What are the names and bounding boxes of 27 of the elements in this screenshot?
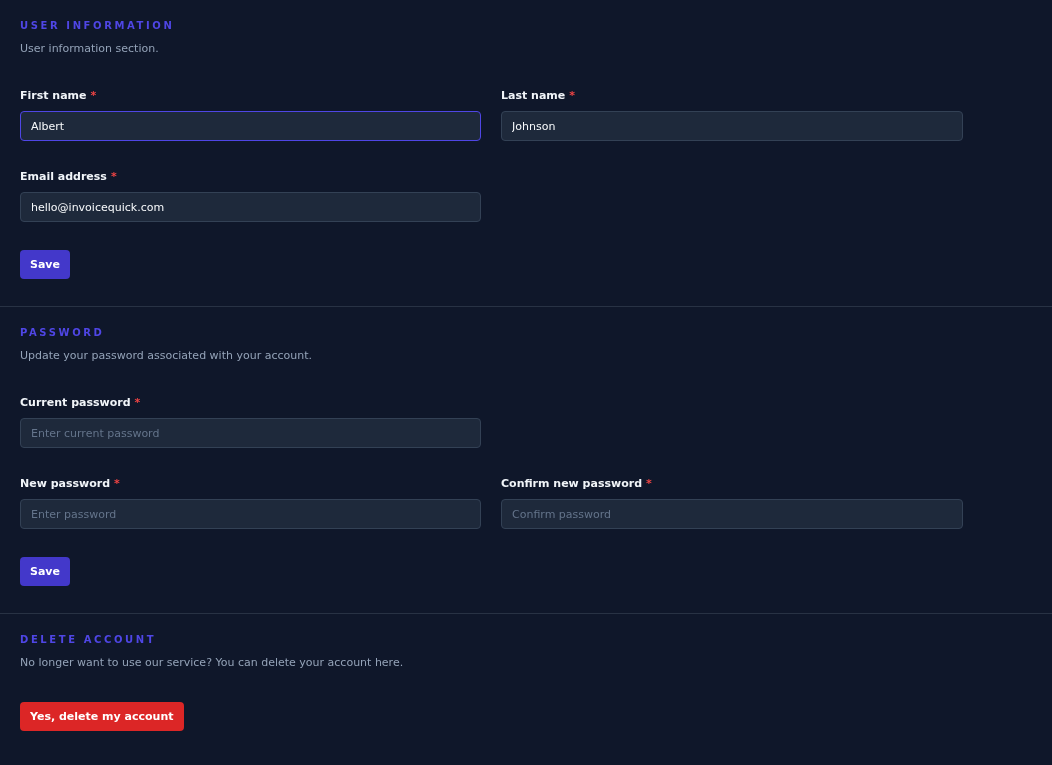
input-field[interactable]: Confirm password: [501, 499, 963, 529]
input-field[interactable]: hello@invoicequick.com: [20, 192, 481, 222]
required-mark: *: [569, 88, 575, 104]
save-button[interactable]: Save: [20, 250, 70, 279]
input-field[interactable]: Albert: [20, 111, 481, 141]
input-field[interactable]: Enter password: [20, 499, 481, 529]
section-heading: DELETE ACCOUNT: [20, 634, 158, 646]
field-label: Current password: [20, 395, 131, 411]
field-label: Confirm new password: [501, 476, 643, 492]
field-label: Last name: [501, 88, 566, 104]
required-mark: *: [134, 395, 141, 411]
section-heading: USER INFORMATION: [20, 20, 176, 32]
save-button[interactable]: Save: [20, 557, 70, 586]
delete-button[interactable]: Yes, delete my account: [20, 702, 184, 731]
required-mark: *: [110, 169, 117, 185]
field-label: New password: [20, 476, 111, 492]
section-heading: PASSWORD: [20, 327, 106, 339]
input-field[interactable]: Johnson: [501, 111, 963, 141]
section-description: Update your password associated with your account.: [20, 349, 313, 363]
required-mark: *: [90, 88, 97, 104]
field-label: Email address: [20, 169, 107, 185]
required-mark: *: [114, 476, 120, 492]
field-label: First name: [20, 88, 87, 104]
input-field[interactable]: Enter current password: [20, 418, 481, 448]
required-mark: *: [646, 476, 652, 492]
section-description: No longer want to use our service? You can delete your account here.: [20, 656, 405, 670]
section-description: User information section.: [20, 42, 160, 56]
